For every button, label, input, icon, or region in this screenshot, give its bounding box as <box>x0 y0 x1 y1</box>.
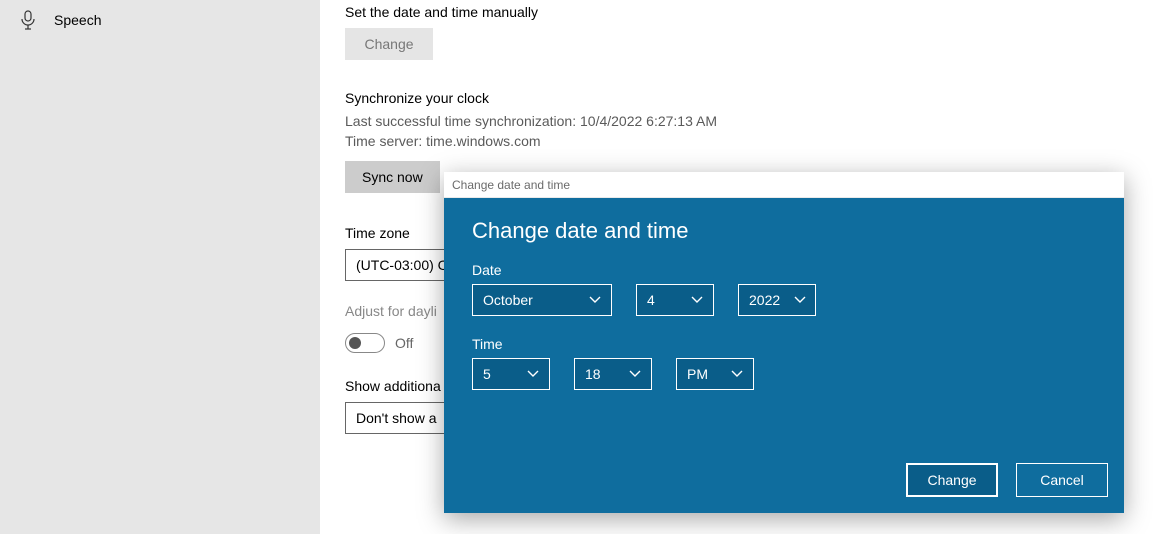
timezone-value: (UTC-03:00) C <box>356 257 448 273</box>
date-row: October 4 2022 <box>472 284 1096 316</box>
month-dropdown[interactable]: October <box>472 284 612 316</box>
time-field-label: Time <box>472 336 1096 352</box>
toggle-thumb <box>349 337 361 349</box>
time-row: 5 18 PM <box>472 358 1096 390</box>
dialog-heading: Change date and time <box>472 218 1096 244</box>
day-value: 4 <box>647 292 655 308</box>
dialog-titlebar[interactable]: Change date and time <box>444 172 1124 198</box>
dialog-change-label: Change <box>927 472 976 488</box>
dialog-change-button[interactable]: Change <box>906 463 998 497</box>
year-dropdown[interactable]: 2022 <box>738 284 816 316</box>
minute-value: 18 <box>585 366 601 382</box>
sync-heading: Synchronize your clock <box>345 90 1135 106</box>
year-value: 2022 <box>749 292 780 308</box>
change-button-label: Change <box>364 36 413 52</box>
sync-last: Last successful time synchronization: 10… <box>345 112 1135 132</box>
ampm-value: PM <box>687 366 708 382</box>
change-button[interactable]: Change <box>345 28 433 60</box>
ampm-dropdown[interactable]: PM <box>676 358 754 390</box>
date-field-label: Date <box>472 262 1096 278</box>
minute-dropdown[interactable]: 18 <box>574 358 652 390</box>
chevron-down-icon <box>731 370 743 378</box>
daylight-toggle[interactable]: Off <box>345 333 413 353</box>
additional-value: Don't show a <box>356 410 437 426</box>
chevron-down-icon <box>629 370 641 378</box>
sidebar-item-label: Speech <box>54 12 101 28</box>
dialog-cancel-label: Cancel <box>1040 472 1084 488</box>
hour-value: 5 <box>483 366 491 382</box>
toggle-state-label: Off <box>395 335 413 351</box>
sidebar-item-speech[interactable]: Speech <box>0 0 320 40</box>
settings-sidebar: Speech <box>0 0 320 534</box>
chevron-down-icon <box>691 296 703 304</box>
dialog-cancel-button[interactable]: Cancel <box>1016 463 1108 497</box>
chevron-down-icon <box>527 370 539 378</box>
dialog-title: Change date and time <box>452 178 570 192</box>
hour-dropdown[interactable]: 5 <box>472 358 550 390</box>
dialog-body: Change date and time Date October 4 2022 <box>444 198 1124 513</box>
sync-server: Time server: time.windows.com <box>345 132 1135 152</box>
manual-heading: Set the date and time manually <box>345 4 1135 20</box>
change-date-time-dialog: Change date and time Change date and tim… <box>444 172 1124 513</box>
microphone-icon <box>20 10 36 30</box>
sync-now-label: Sync now <box>362 169 423 185</box>
dialog-actions: Change Cancel <box>906 463 1108 497</box>
day-dropdown[interactable]: 4 <box>636 284 714 316</box>
toggle-track <box>345 333 385 353</box>
month-value: October <box>483 292 533 308</box>
chevron-down-icon <box>589 296 601 304</box>
chevron-down-icon <box>794 296 806 304</box>
sync-now-button[interactable]: Sync now <box>345 161 440 193</box>
